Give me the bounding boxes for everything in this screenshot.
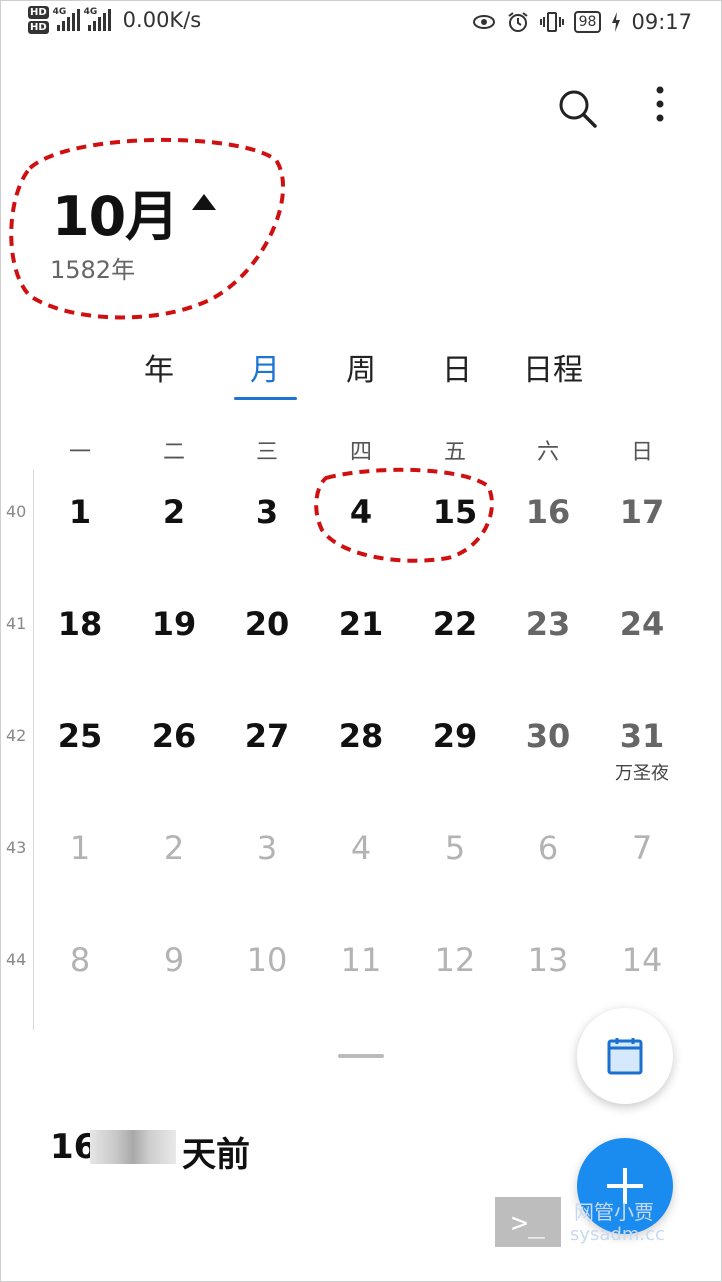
caret-up-icon[interactable] bbox=[192, 194, 216, 210]
weekday-label: 日 bbox=[630, 440, 653, 465]
clock-time: 09:17 bbox=[631, 10, 692, 34]
blurred-number bbox=[90, 1130, 176, 1164]
calendar-today-icon bbox=[607, 1038, 643, 1075]
signal-icon-1: 4G bbox=[52, 7, 80, 31]
weekday-label: 三 bbox=[255, 440, 278, 465]
calendar-day[interactable]: 30 bbox=[508, 717, 588, 755]
hd-indicators: HD HD bbox=[28, 6, 49, 34]
calendar-day[interactable]: 16 bbox=[508, 493, 588, 531]
month-title[interactable]: 10月 bbox=[52, 172, 179, 251]
calendar-day[interactable]: 23 bbox=[508, 605, 588, 643]
week-number-divider bbox=[33, 470, 34, 1030]
network-type-1: 4G bbox=[52, 7, 67, 17]
tab-year[interactable]: 年 bbox=[114, 345, 204, 389]
calendar-day[interactable]: 20 bbox=[227, 605, 307, 643]
calendar-day[interactable]: 7 bbox=[602, 829, 682, 867]
calendar-day[interactable]: 29 bbox=[415, 717, 495, 755]
search-icon bbox=[559, 90, 597, 128]
week-number: 42 bbox=[6, 726, 27, 745]
alarm-icon bbox=[506, 10, 530, 34]
calendar-day[interactable]: 18 bbox=[40, 605, 120, 643]
status-bar: HD HD 4G 4G 0.00K/s 98 09:17 bbox=[0, 0, 722, 50]
week-number: 40 bbox=[6, 502, 27, 521]
calendar-day[interactable]: 2 bbox=[134, 493, 214, 531]
calendar-day[interactable]: 2 bbox=[134, 829, 214, 867]
drag-handle[interactable] bbox=[338, 1054, 384, 1058]
year-subtitle: 1582年 bbox=[50, 256, 136, 284]
status-left: HD HD 4G 4G 0.00K/s bbox=[28, 6, 201, 34]
active-tab-indicator bbox=[234, 397, 297, 400]
calendar-day[interactable]: 25 bbox=[40, 717, 120, 755]
watermark-text: 网管小贾 bbox=[574, 1200, 654, 1224]
more-options-button[interactable] bbox=[640, 84, 680, 128]
watermark-url: sysadm.cc bbox=[570, 1224, 665, 1245]
weekday-label: 一 bbox=[68, 440, 91, 465]
weekday-label: 六 bbox=[536, 440, 559, 465]
calendar-day[interactable]: 3 bbox=[227, 829, 307, 867]
network-type-2: 4G bbox=[83, 7, 98, 17]
charging-icon bbox=[611, 10, 621, 34]
today-button[interactable] bbox=[577, 1008, 673, 1104]
signal-icon-2: 4G bbox=[83, 7, 111, 31]
hd-badge-1: HD bbox=[28, 6, 49, 19]
week-number: 41 bbox=[6, 614, 27, 633]
calendar-day[interactable]: 8 bbox=[40, 941, 120, 979]
calendar-day[interactable]: 31 bbox=[602, 717, 682, 755]
calendar-day[interactable]: 14 bbox=[602, 941, 682, 979]
battery-level: 98 bbox=[573, 11, 602, 33]
calendar-day[interactable]: 13 bbox=[508, 941, 588, 979]
calendar-day[interactable]: 22 bbox=[415, 605, 495, 643]
calendar-day[interactable]: 15 bbox=[415, 493, 495, 531]
calendar-day[interactable]: 9 bbox=[134, 941, 214, 979]
calendar-day[interactable]: 27 bbox=[227, 717, 307, 755]
calendar-day[interactable]: 21 bbox=[321, 605, 401, 643]
weekday-label: 二 bbox=[162, 440, 185, 465]
weekday-label: 五 bbox=[443, 440, 466, 465]
days-ago-suffix: 天前 bbox=[182, 1135, 250, 1175]
calendar-day[interactable]: 17 bbox=[602, 493, 682, 531]
search-button[interactable] bbox=[555, 86, 599, 130]
calendar-day[interactable]: 4 bbox=[321, 493, 401, 531]
calendar-day[interactable]: 10 bbox=[227, 941, 307, 979]
holiday-label: 万圣夜 bbox=[615, 763, 669, 784]
eye-comfort-icon bbox=[472, 10, 496, 34]
tab-week[interactable]: 周 bbox=[316, 345, 406, 389]
calendar-day[interactable]: 3 bbox=[227, 493, 307, 531]
weekday-label: 四 bbox=[349, 440, 372, 465]
calendar-day[interactable]: 11 bbox=[321, 941, 401, 979]
calendar-day[interactable]: 1 bbox=[40, 493, 120, 531]
more-vertical-icon bbox=[656, 86, 664, 122]
week-number: 44 bbox=[6, 950, 27, 969]
calendar-day[interactable]: 28 bbox=[321, 717, 401, 755]
calendar-day[interactable]: 4 bbox=[321, 829, 401, 867]
vibrate-icon bbox=[539, 10, 564, 34]
tab-agenda[interactable]: 日程 bbox=[508, 345, 598, 389]
calendar-day[interactable]: 1 bbox=[40, 829, 120, 867]
calendar-day[interactable]: 12 bbox=[415, 941, 495, 979]
week-number: 43 bbox=[6, 838, 27, 857]
status-right: 98 09:17 bbox=[472, 10, 692, 34]
watermark-terminal-icon: >_ bbox=[495, 1197, 561, 1247]
calendar-day[interactable]: 6 bbox=[508, 829, 588, 867]
tab-day[interactable]: 日 bbox=[412, 345, 502, 389]
tab-month[interactable]: 月 bbox=[220, 345, 310, 389]
calendar-day[interactable]: 26 bbox=[134, 717, 214, 755]
calendar-day[interactable]: 19 bbox=[134, 605, 214, 643]
calendar-day[interactable]: 24 bbox=[602, 605, 682, 643]
hd-badge-2: HD bbox=[28, 21, 49, 34]
calendar-day[interactable]: 5 bbox=[415, 829, 495, 867]
view-tabs: 年 月 周 日 日程 bbox=[138, 345, 598, 405]
network-speed: 0.00K/s bbox=[122, 8, 202, 32]
